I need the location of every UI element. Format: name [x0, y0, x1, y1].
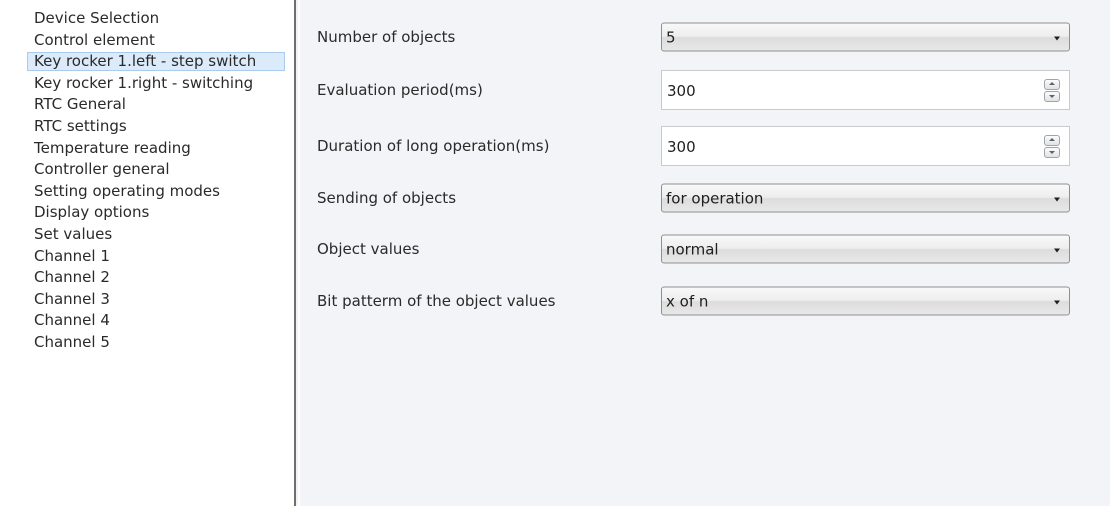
spin-down-icon[interactable]	[1044, 91, 1060, 102]
bit-pattern-dropdown[interactable]: x of n	[661, 286, 1070, 316]
sidebar-item-label: Setting operating modes	[34, 181, 220, 200]
param-label: Evaluation period(ms)	[317, 81, 483, 99]
param-row-number-of-objects: Number of objects 5	[300, 17, 1110, 57]
sidebar-item-label: RTC General	[34, 95, 126, 114]
sidebar-item-channel-1[interactable]: Channel 1	[0, 246, 292, 268]
parameter-panel: Number of objects 5 Evaluation period(ms…	[300, 0, 1110, 506]
sidebar-nav-list: Device Selection Control element Key roc…	[0, 0, 292, 354]
sidebar-item-key-rocker-1-left[interactable]: Key rocker 1.left - step switch	[0, 51, 292, 73]
sidebar-item-channel-2[interactable]: Channel 2	[0, 267, 292, 289]
sidebar-item-label: Controller general	[34, 160, 170, 179]
dropdown-value: normal	[666, 240, 719, 258]
sidebar-item-label: Temperature reading	[34, 138, 191, 157]
app-window: Device Selection Control element Key roc…	[0, 0, 1110, 506]
param-row-object-values: Object values normal	[300, 229, 1110, 269]
dropdown-value: for operation	[666, 189, 764, 207]
sidebar-item-setting-operating-modes[interactable]: Setting operating modes	[0, 181, 292, 203]
spin-up-icon[interactable]	[1044, 135, 1060, 146]
sidebar-item-temperature-reading[interactable]: Temperature reading	[0, 138, 292, 160]
sidebar-item-label: Channel 3	[34, 289, 110, 308]
sidebar-item-label: Display options	[34, 203, 150, 222]
sidebar-item-label: Device Selection	[34, 9, 160, 27]
chevron-down-icon	[1054, 36, 1060, 41]
sidebar-item-channel-5[interactable]: Channel 5	[0, 332, 292, 354]
param-label: Sending of objects	[317, 189, 457, 207]
long-operation-spinbox	[661, 126, 1070, 166]
param-row-sending-of-objects: Sending of objects for operation	[300, 178, 1110, 218]
sidebar-item-display-options[interactable]: Display options	[0, 202, 292, 224]
object-values-dropdown[interactable]: normal	[661, 234, 1070, 264]
sidebar-item-channel-4[interactable]: Channel 4	[0, 310, 292, 332]
sidebar-item-label: Set values	[34, 224, 113, 243]
panel-splitter[interactable]	[294, 0, 298, 506]
sidebar-item-rtc-general[interactable]: RTC General	[0, 94, 292, 116]
sidebar-item-label: RTC settings	[34, 116, 127, 135]
sidebar-item-label: Control element	[34, 30, 155, 49]
param-row-bit-pattern: Bit patterm of the object values x of n	[300, 281, 1110, 321]
sidebar-item-key-rocker-1-right[interactable]: Key rocker 1.right - switching	[0, 73, 292, 95]
param-label: Object values	[317, 240, 420, 258]
sidebar-item-device-selection[interactable]: Device Selection	[0, 8, 292, 30]
sidebar: Device Selection Control element Key roc…	[0, 0, 292, 506]
sidebar-item-rtc-settings[interactable]: RTC settings	[0, 116, 292, 138]
sidebar-item-label: Channel 2	[34, 268, 110, 287]
dropdown-value: x of n	[666, 292, 709, 310]
long-operation-input[interactable]	[667, 136, 997, 158]
chevron-down-icon	[1054, 300, 1060, 305]
sidebar-item-label: Channel 5	[34, 332, 110, 351]
sidebar-item-controller-general[interactable]: Controller general	[0, 159, 292, 181]
param-label: Bit patterm of the object values	[317, 292, 556, 310]
sidebar-item-control-element[interactable]: Control element	[0, 30, 292, 52]
dropdown-value: 5	[666, 28, 676, 46]
param-label: Number of objects	[317, 28, 456, 46]
spin-down-icon[interactable]	[1044, 147, 1060, 158]
evaluation-period-spinbox	[661, 70, 1070, 110]
sidebar-item-channel-3[interactable]: Channel 3	[0, 289, 292, 311]
sending-of-objects-dropdown[interactable]: for operation	[661, 183, 1070, 213]
spin-up-icon[interactable]	[1044, 79, 1060, 90]
param-row-evaluation-period: Evaluation period(ms)	[300, 70, 1110, 110]
chevron-down-icon	[1054, 248, 1060, 253]
sidebar-item-label: Channel 4	[34, 311, 110, 330]
param-label: Duration of long operation(ms)	[317, 137, 550, 155]
chevron-down-icon	[1054, 197, 1060, 202]
sidebar-item-set-values[interactable]: Set values	[0, 224, 292, 246]
number-of-objects-dropdown[interactable]: 5	[661, 22, 1070, 52]
sidebar-item-label: Key rocker 1.left - step switch	[34, 52, 257, 71]
param-row-long-operation: Duration of long operation(ms)	[300, 126, 1110, 166]
sidebar-item-label: Channel 1	[34, 246, 110, 265]
evaluation-period-input[interactable]	[667, 80, 997, 102]
sidebar-item-label: Key rocker 1.right - switching	[34, 73, 254, 92]
